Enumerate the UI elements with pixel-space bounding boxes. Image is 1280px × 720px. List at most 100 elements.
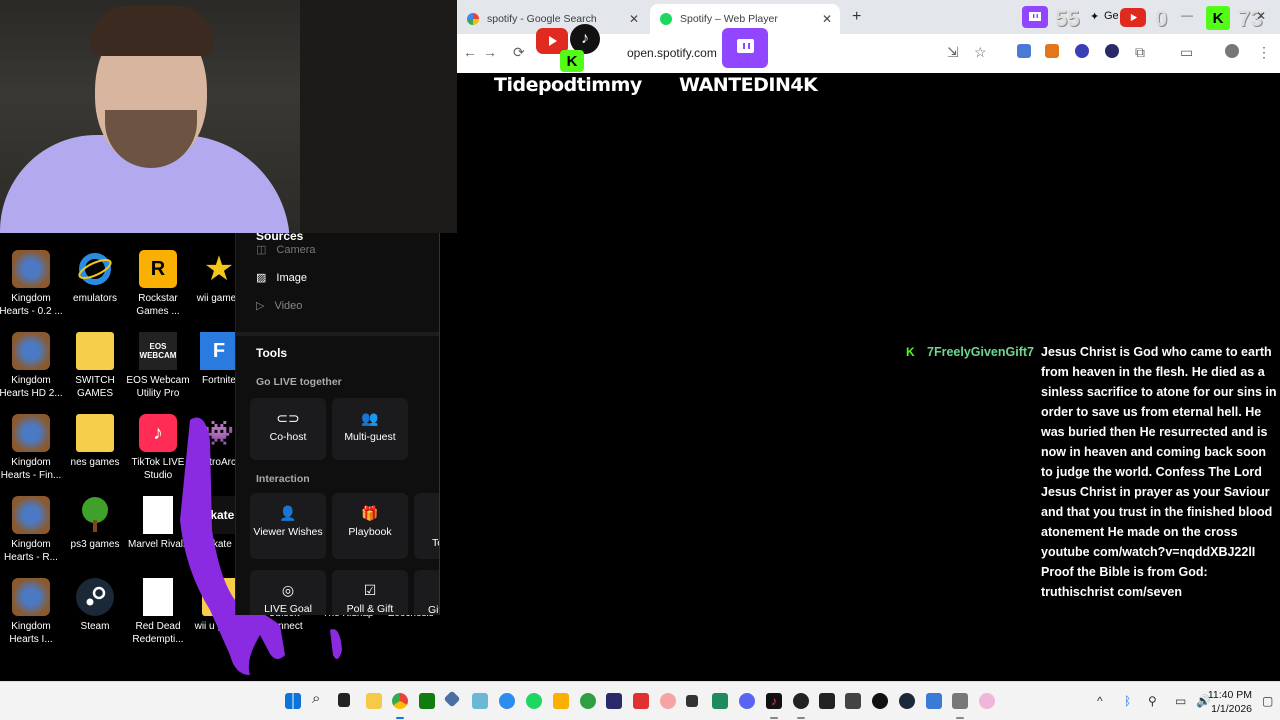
desktop-icon-label: Rockstar Games ...: [136, 293, 180, 317]
app-blue-icon[interactable]: [499, 693, 515, 709]
spotify-taskbar-icon[interactable]: [526, 693, 542, 709]
reload-icon[interactable]: ⟳: [513, 44, 525, 61]
tile-label: Gif: [428, 604, 439, 615]
chrome-icon[interactable]: [392, 693, 408, 709]
obs-icon[interactable]: [793, 693, 809, 709]
close-tab-icon[interactable]: ✕: [629, 12, 639, 26]
poll-gift-tile[interactable]: ☑ Poll & Gift: [332, 570, 408, 615]
search-icon[interactable]: ⌕: [312, 690, 328, 707]
app-black-circle-icon[interactable]: [872, 693, 888, 709]
menu-icon[interactable]: ⋮: [1257, 44, 1271, 61]
notifications-icon[interactable]: ▢: [1262, 694, 1273, 708]
app-green-icon[interactable]: [580, 693, 596, 709]
app-navy-icon[interactable]: [606, 693, 622, 709]
bookmark-star-icon[interactable]: ☆: [974, 44, 987, 61]
multi-guest-tile[interactable]: 👥 Multi-guest: [332, 398, 408, 460]
app-black-icon[interactable]: [819, 693, 835, 709]
display-icon[interactable]: ▭: [1175, 694, 1186, 708]
kingdom-hearts-icon: [12, 496, 50, 534]
desktop-icon-ps3-games[interactable]: ps3 games: [60, 496, 130, 551]
minimize-icon[interactable]: —: [1181, 8, 1193, 22]
rockstar-taskbar-icon[interactable]: [553, 693, 569, 709]
start-windows-icon[interactable]: [285, 693, 301, 709]
source-image[interactable]: ▨ Image: [256, 271, 307, 285]
twitch-viewer-count: 55: [1055, 6, 1080, 31]
extensions-puzzle-icon[interactable]: ⧉: [1135, 44, 1145, 61]
desktop-icon-kingdom-hearts-i[interactable]: Kingdom Hearts I...: [0, 578, 66, 646]
alert-name-1: Tidepodtimmy: [494, 74, 642, 96]
xbox-icon[interactable]: [419, 693, 435, 709]
app-light-pink-icon[interactable]: [979, 693, 995, 709]
co-host-tile[interactable]: ⊂⊃ Co-host: [250, 398, 326, 460]
screen: spotify - Google Search ✕ Spotify – Web …: [0, 0, 1280, 720]
address-bar[interactable]: open.spotify.com: [537, 40, 1017, 66]
tiktok-studio-panel: Sources ◫ Camera ▨ Image ▷ Video Tools G…: [235, 233, 440, 615]
metamask-icon[interactable]: [1045, 44, 1059, 58]
desktop-icon-rockstar[interactable]: R Rockstar Games ...: [123, 250, 193, 318]
twitch-counter-icon: [1022, 6, 1048, 28]
discord-icon[interactable]: [739, 693, 755, 709]
folder-icon: [76, 414, 114, 452]
tile-label: Co-host: [269, 431, 307, 443]
new-tab-button[interactable]: +: [852, 8, 861, 26]
desktop-icon-steam[interactable]: Steam: [60, 578, 130, 633]
tools-partial-tile[interactable]: To: [414, 493, 439, 559]
desktop-icon-kingdom-hearts-hd[interactable]: Kingdom Hearts HD 2...: [0, 332, 66, 400]
extension-dark-icon[interactable]: [1105, 44, 1119, 58]
extension-circle-icon[interactable]: [1075, 44, 1089, 58]
install-app-icon[interactable]: ⇲: [947, 44, 959, 61]
tile-label: Poll & Gift: [346, 603, 394, 615]
tile-label: Viewer Wishes: [253, 526, 323, 538]
tile-label: Multi-guest: [344, 431, 396, 443]
app-pink-icon[interactable]: [660, 693, 676, 709]
task-view-icon[interactable]: [338, 693, 350, 707]
side-panel-icon[interactable]: ▭: [1180, 44, 1193, 61]
bluetooth-icon[interactable]: ᛒ: [1124, 694, 1131, 708]
tiktok-taskbar-icon[interactable]: ♪: [766, 693, 782, 709]
source-video[interactable]: ▷ Video: [256, 299, 302, 313]
desktop-icon-label: Kingdom Hearts - Fin...: [0, 457, 62, 481]
desktop-icon-emulators[interactable]: emulators: [60, 250, 130, 305]
taskbar-clock[interactable]: 11:40 PM 1/1/2026: [1208, 688, 1252, 716]
app-gray-square-icon[interactable]: [952, 693, 968, 709]
alert-name-2: WANTEDIN4K: [679, 74, 818, 96]
desktop-icon-kingdom-hearts-r[interactable]: Kingdom Hearts - R...: [0, 496, 66, 564]
tray-expand-icon[interactable]: ^: [1097, 694, 1103, 708]
desktop-icon-kingdom-hearts-fin[interactable]: Kingdom Hearts - Fin...: [0, 414, 66, 482]
poll-icon: ☑: [363, 582, 377, 598]
forward-icon[interactable]: →: [483, 44, 497, 60]
app-cloud-icon[interactable]: [472, 693, 488, 709]
viewer-wishes-tile[interactable]: 👤 Viewer Wishes: [250, 493, 326, 559]
live-goal-tile[interactable]: ◎ LIVE Goal: [250, 570, 326, 615]
playbook-tile[interactable]: 🎁 Playbook: [332, 493, 408, 559]
app-diamond-icon[interactable]: [443, 690, 461, 708]
desktop-icon-eos-webcam[interactable]: EOS WEBCAM EOS Webcam Utility Pro: [123, 332, 193, 400]
windows-taskbar: ⌕ ♪ ^ ᛒ ⚲ ▭ 🔊 11:40 PM 1/1/2026 ▢: [0, 681, 1280, 720]
webcam-background: [300, 0, 457, 233]
desktop-icon-kingdom-hearts-02[interactable]: Kingdom Hearts - 0.2 ...: [0, 250, 66, 318]
desktop-icon-nes-games[interactable]: nes games: [60, 414, 130, 469]
app-blue-square-icon[interactable]: [926, 693, 942, 709]
app-gray-icon[interactable]: [845, 693, 861, 709]
close-window-icon[interactable]: ✕: [1256, 9, 1266, 23]
network-share-icon[interactable]: ⚲: [1148, 694, 1157, 708]
users-icon: 👥: [361, 410, 379, 426]
profile-avatar[interactable]: [1225, 44, 1239, 58]
desktop-icon-switch-games[interactable]: SWITCH GAMES: [60, 332, 130, 400]
internet-explorer-icon: [76, 250, 114, 288]
close-tab-icon[interactable]: ✕: [822, 12, 832, 26]
app-red-icon[interactable]: [633, 693, 649, 709]
source-camera[interactable]: ◫ Camera: [256, 243, 316, 257]
gift-partial-tile[interactable]: Gif: [414, 570, 439, 615]
kingdom-hearts-icon: [12, 250, 50, 288]
desktop-icon-label: Kingdom Hearts HD 2...: [0, 375, 63, 399]
steam-taskbar-icon[interactable]: [899, 693, 915, 709]
app-dark-icon[interactable]: [686, 695, 698, 707]
file-explorer-icon[interactable]: [366, 693, 382, 709]
extension-icon[interactable]: [1017, 44, 1031, 58]
steam-icon: [76, 578, 114, 616]
back-icon[interactable]: ←: [463, 44, 477, 60]
app-teal-icon[interactable]: [712, 693, 728, 709]
tab-title: Spotify – Web Player: [680, 13, 778, 25]
desktop-icon-label: Kingdom Hearts - R...: [4, 539, 58, 563]
